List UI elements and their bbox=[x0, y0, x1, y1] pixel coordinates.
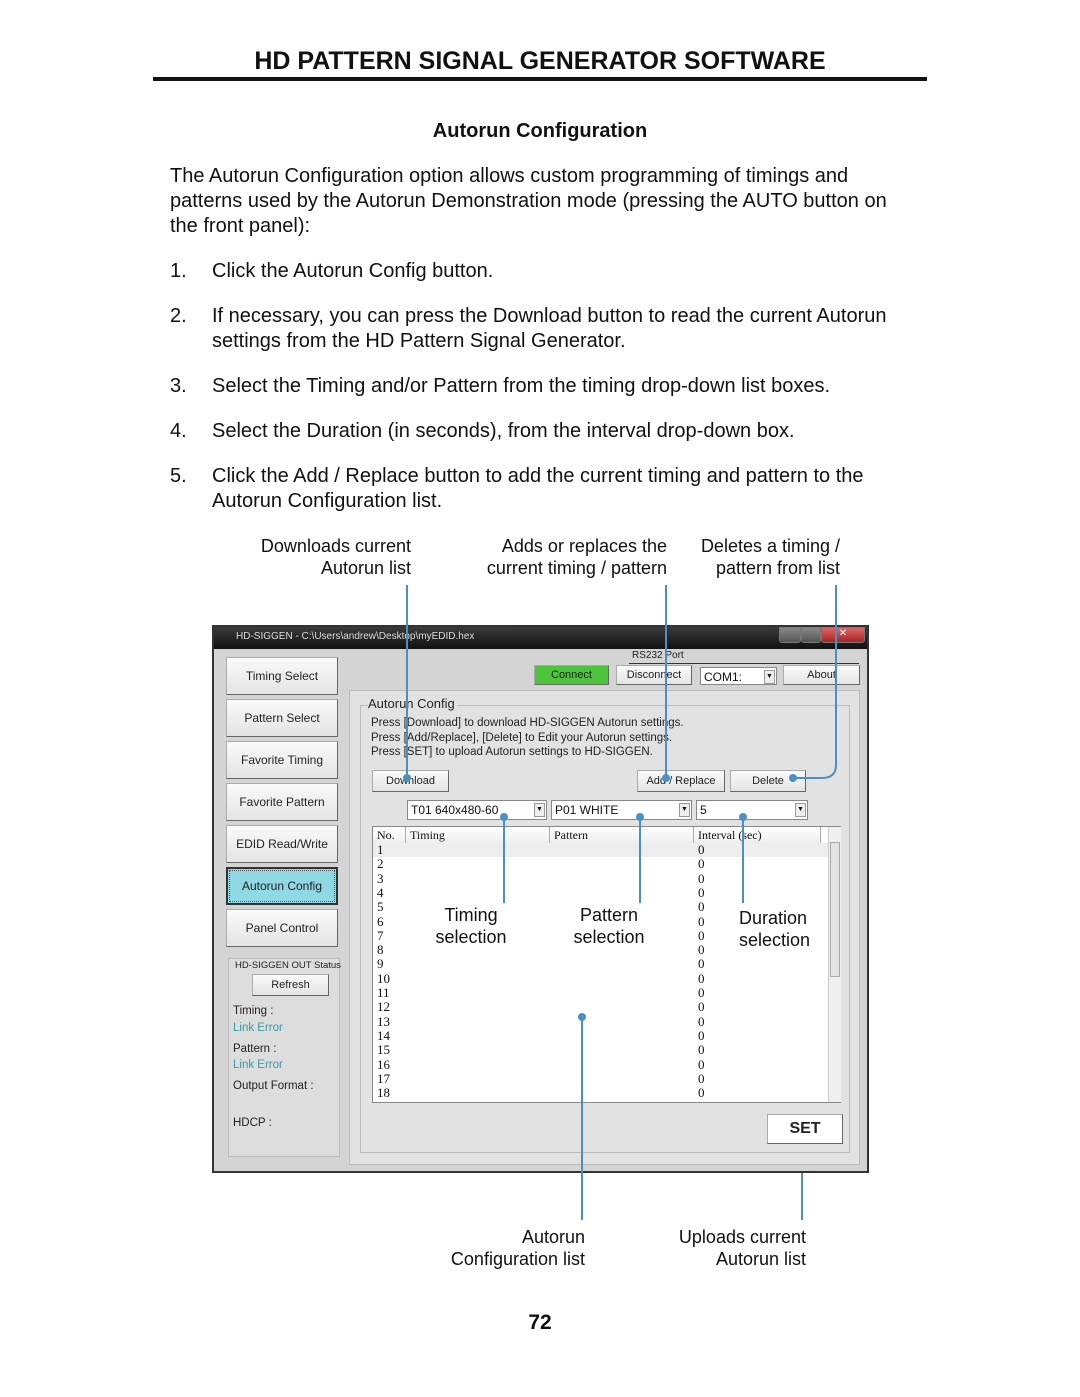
callout-lines bbox=[403, 585, 837, 1220]
page-number: 72 bbox=[528, 1311, 552, 1334]
